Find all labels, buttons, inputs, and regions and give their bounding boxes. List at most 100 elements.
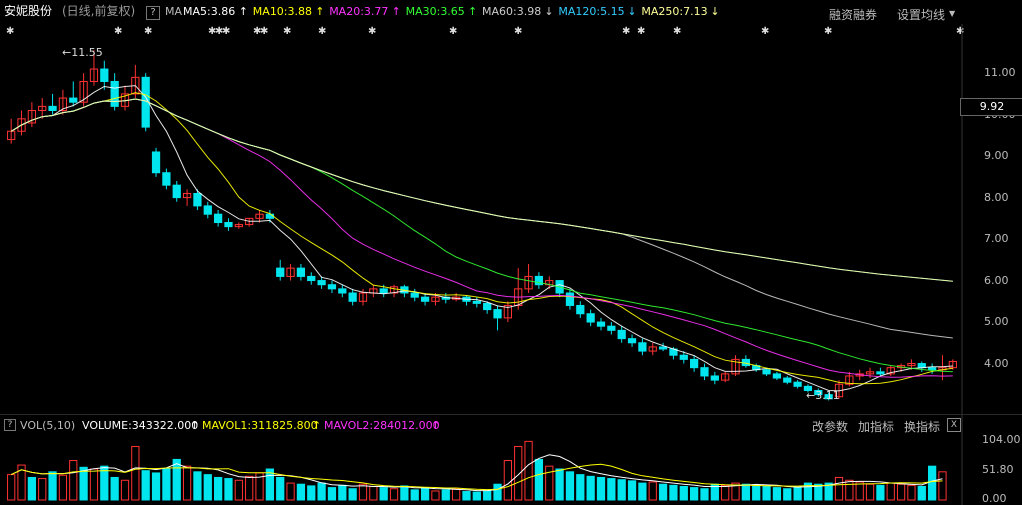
candle-body bbox=[379, 288, 388, 294]
volume-bar bbox=[420, 487, 430, 501]
volume-bar bbox=[586, 475, 595, 501]
volume-bar bbox=[462, 491, 471, 501]
volume-bar bbox=[369, 485, 378, 501]
volume-value: VOLUME:343322.000 bbox=[82, 419, 199, 432]
candle-body bbox=[203, 205, 212, 215]
add-indicator-button[interactable]: 加指标 bbox=[858, 418, 894, 435]
volume-bar bbox=[669, 484, 678, 501]
high-price-marker: ←11.55 bbox=[62, 46, 103, 59]
candle-body bbox=[700, 367, 709, 377]
ma-line bbox=[10, 92, 953, 385]
candle-body bbox=[762, 369, 771, 375]
volume-bar bbox=[690, 487, 699, 501]
volume-bar bbox=[265, 468, 274, 501]
volume-tick-label: 51.80 bbox=[982, 462, 1014, 476]
ma-line bbox=[10, 98, 953, 282]
candle-body bbox=[151, 151, 161, 174]
mavol2-value: MAVOL2:284012.000 bbox=[324, 419, 440, 432]
close-icon[interactable]: X bbox=[947, 418, 961, 432]
candle-body bbox=[586, 313, 595, 323]
volume-bar bbox=[576, 474, 585, 501]
volume-bar bbox=[79, 466, 88, 501]
volume-bar bbox=[721, 484, 730, 501]
volume-bar bbox=[182, 465, 192, 501]
change-params-button[interactable]: 改参数 bbox=[812, 418, 848, 435]
candle-body bbox=[265, 213, 274, 219]
volume-bar bbox=[348, 488, 357, 501]
volume-bar bbox=[938, 471, 947, 501]
volume-bar bbox=[441, 489, 450, 501]
volume-bar bbox=[700, 488, 709, 501]
volume-bar bbox=[307, 485, 316, 501]
volume-bar bbox=[214, 476, 223, 501]
candle-body bbox=[69, 97, 78, 103]
candle-body bbox=[338, 288, 347, 294]
candle-body bbox=[483, 302, 492, 311]
volume-bar bbox=[69, 460, 78, 501]
volume-bar bbox=[89, 468, 99, 501]
candle-body bbox=[596, 321, 606, 327]
candle-body bbox=[638, 342, 647, 352]
volume-bar bbox=[100, 465, 109, 501]
volume-help-icon[interactable]: ? bbox=[4, 419, 16, 431]
volume-ma-line bbox=[10, 463, 943, 491]
volume-header: ? VOL(5,10) VOLUME:343322.000 ↑ MAVOL1:3… bbox=[0, 418, 1022, 434]
volume-bar bbox=[400, 485, 409, 501]
candle-body bbox=[690, 358, 699, 369]
volume-bar bbox=[141, 470, 150, 501]
price-tick-label: 5.00 bbox=[984, 315, 1009, 329]
volume-bar bbox=[627, 480, 637, 501]
switch-indicator-button[interactable]: 换指标 bbox=[904, 418, 940, 435]
vol-label[interactable]: VOL(5,10) bbox=[20, 419, 75, 432]
volume-bar bbox=[7, 474, 16, 501]
low-price-value: 3.11 bbox=[815, 389, 840, 402]
volume-bar bbox=[907, 484, 916, 501]
volume-ma-line bbox=[10, 454, 943, 492]
price-tick-label: 11.00 bbox=[984, 66, 1016, 80]
price-tick-label: 9.00 bbox=[984, 149, 1009, 163]
candle-body bbox=[679, 354, 688, 360]
ma-line bbox=[10, 98, 953, 339]
candle-body bbox=[576, 304, 585, 315]
volume-bar bbox=[876, 484, 885, 501]
candle-body bbox=[276, 267, 285, 277]
volume-bar bbox=[886, 482, 895, 501]
panel-divider bbox=[0, 414, 1022, 415]
candle-body bbox=[172, 184, 181, 199]
volume-bar bbox=[741, 483, 750, 501]
volume-bar bbox=[752, 484, 761, 501]
volume-bar bbox=[472, 491, 481, 501]
volume-bar bbox=[27, 476, 36, 501]
volume-bar bbox=[245, 475, 254, 501]
volume-bar bbox=[193, 471, 202, 501]
candle-body bbox=[472, 300, 481, 304]
volume-bar bbox=[928, 465, 937, 501]
candle-body bbox=[617, 329, 626, 340]
volume-bar bbox=[483, 490, 492, 501]
candle-body bbox=[348, 292, 357, 302]
volume-bar bbox=[503, 460, 512, 501]
price-tick-label: 4.00 bbox=[984, 356, 1009, 370]
volume-bar bbox=[120, 479, 130, 501]
candle-body bbox=[493, 309, 502, 319]
candle-body bbox=[193, 192, 202, 207]
volume-bar bbox=[38, 478, 47, 501]
volume-bar bbox=[338, 484, 347, 501]
volume-bar bbox=[431, 490, 440, 501]
current-price-label: 9.92 bbox=[960, 98, 1022, 116]
volume-bar bbox=[617, 479, 626, 501]
candle-body bbox=[928, 367, 937, 371]
volume-bar bbox=[638, 482, 647, 501]
volume-bar bbox=[917, 485, 926, 501]
candle-body bbox=[224, 222, 233, 228]
volume-bar bbox=[327, 487, 337, 501]
volume-bar bbox=[452, 488, 461, 501]
candle-body bbox=[783, 377, 792, 383]
volume-bar bbox=[379, 487, 388, 501]
volume-bar bbox=[565, 471, 575, 501]
candle-body bbox=[100, 68, 109, 82]
volume-bar bbox=[172, 458, 181, 501]
candle-body bbox=[565, 292, 575, 306]
volume-arrow-icon: ↑ bbox=[190, 419, 200, 432]
candle-body bbox=[162, 172, 171, 186]
